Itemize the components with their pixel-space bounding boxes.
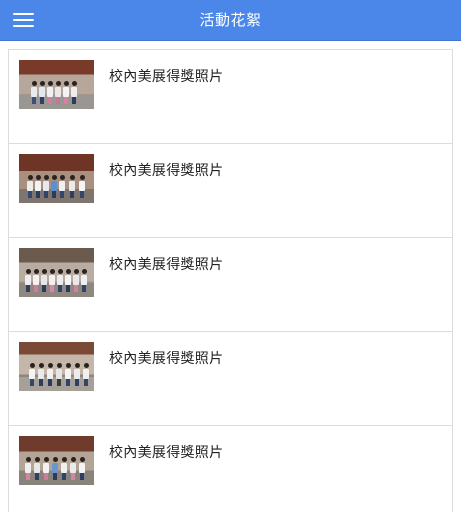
- item-title[interactable]: 校內美展得獎照片: [109, 66, 223, 86]
- list-item[interactable]: 校內美展得獎照片: [9, 144, 452, 238]
- list-item[interactable]: 校內美展得獎照片: [9, 50, 452, 144]
- photo-album-list: 校內美展得獎照片 校內美展得獎照片 校內美展得獎照片 校內美展得獎照片 校內美展…: [8, 49, 453, 512]
- photo-thumbnail[interactable]: [19, 342, 94, 391]
- item-title[interactable]: 校內美展得獎照片: [109, 160, 223, 180]
- list-item[interactable]: 校內美展得獎照片: [9, 332, 452, 426]
- item-title[interactable]: 校內美展得獎照片: [109, 254, 223, 274]
- page-title: 活動花絮: [199, 11, 262, 29]
- photo-thumbnail[interactable]: [19, 60, 94, 109]
- top-app-bar: 活動花絮: [0, 0, 461, 41]
- list-item[interactable]: 校內美展得獎照片: [9, 238, 452, 332]
- photo-thumbnail[interactable]: [19, 154, 94, 203]
- photo-thumbnail[interactable]: [19, 436, 94, 485]
- item-title[interactable]: 校內美展得獎照片: [109, 348, 223, 368]
- app-screen: 活動花絮 校內美展得獎照片 校內美展得獎照片 校內美展得獎照片 校內美展得獎照片…: [0, 0, 461, 512]
- list-item[interactable]: 校內美展得獎照片: [9, 426, 452, 512]
- photo-thumbnail[interactable]: [19, 248, 94, 297]
- item-title[interactable]: 校內美展得獎照片: [109, 442, 223, 462]
